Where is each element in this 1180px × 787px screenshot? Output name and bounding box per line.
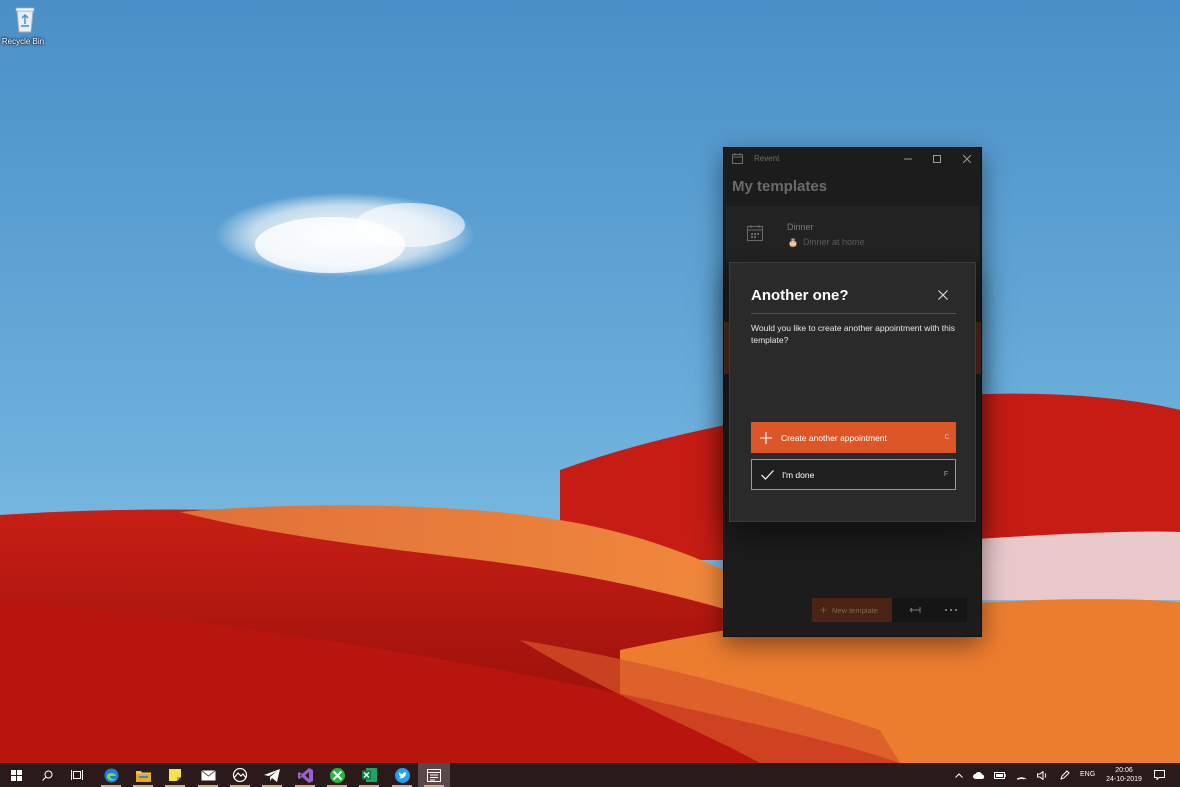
notification-icon [1153,770,1165,780]
new-template-label: New template [832,605,878,615]
taskbar-app-excel[interactable] [353,763,385,787]
taskbar-app-visual-studio[interactable] [289,763,321,787]
new-template-button[interactable]: + New template [812,598,892,622]
page-title: My templates [732,178,828,195]
shortcut-key: F [943,471,949,478]
xbox-icon [329,767,345,783]
maximize-button[interactable] [922,148,952,170]
chevron-up-icon [955,772,963,778]
search-icon [41,770,52,781]
plus-icon [760,431,772,444]
taskbar-app-revent[interactable] [418,763,450,787]
task-view-icon [71,770,83,780]
taskbar-app-twitter[interactable] [386,763,418,787]
taskbar-app-edge[interactable] [95,763,127,787]
taskbar-app-photos[interactable] [224,763,256,787]
title-bar[interactable]: Revent [724,148,981,170]
more-button[interactable] [938,598,964,622]
im-done-label: I'm done [782,469,815,480]
battery-tray[interactable] [992,763,1008,787]
dialog-close-button[interactable] [930,283,956,307]
minimize-button[interactable] [893,148,923,170]
taskbar-app-sticky-notes[interactable] [159,763,191,787]
speaker-icon [1036,770,1046,780]
recycle-bin-shortcut[interactable]: Recycle Bin [2,4,46,46]
cake-icon: 🎂 [788,238,798,247]
create-another-appointment-button[interactable]: Create another appointment C [751,422,956,453]
sticky-notes-icon [169,769,181,781]
visual-studio-icon [297,767,313,783]
excel-icon [361,768,377,782]
template-item-dinner[interactable]: Dinner 🎂 Dinner at home [726,206,979,262]
close-window-button[interactable] [952,148,982,170]
another-one-dialog: Another one? Would you like to create an… [729,262,976,522]
show-hidden-icons-button[interactable] [952,763,966,787]
volume-tray[interactable] [1034,763,1050,787]
more-icon [945,609,957,611]
swap-icon [909,607,921,613]
close-icon [963,155,971,163]
battery-icon [994,771,1006,779]
pen-tray[interactable] [1057,763,1073,787]
recycle-bin-icon [15,7,35,33]
template-subtitle: Dinner at home [803,237,865,247]
close-icon [938,290,948,300]
create-another-label: Create another appointment [781,432,887,443]
calendar-icon [747,225,763,241]
windows-icon [10,769,22,781]
wifi-tray[interactable] [1013,763,1029,787]
maximize-icon [933,155,941,163]
task-view-button[interactable] [61,763,93,787]
taskbar-app-file-explorer[interactable] [127,763,159,787]
language-indicator[interactable]: ENG [1080,771,1095,778]
dialog-title: Another one? [751,287,849,304]
file-explorer-icon [135,770,151,782]
telegram-icon [264,768,280,782]
app-name: Revent [754,154,780,163]
twitter-icon [394,767,410,783]
taskbar-app-mail[interactable] [192,763,224,787]
plus-icon: + [820,603,828,617]
calendar-app-icon [732,153,743,164]
desktop-wallpaper [0,0,1180,763]
cloud-icon [973,771,985,779]
taskbar-app-xbox[interactable] [321,763,353,787]
clock-date: 24-10-2019 [1106,776,1142,783]
checkmark-icon [760,469,774,480]
mail-icon [200,769,216,780]
shortcut-key: C [944,434,950,441]
clock-time: 20:06 [1115,767,1133,774]
command-bar: + New template [812,598,967,622]
taskbar-app-telegram[interactable] [256,763,288,787]
recycle-bin-label: Recycle Bin [1,37,45,46]
search-button[interactable] [31,763,63,787]
action-center-button[interactable] [1150,763,1168,787]
edge-icon [104,768,118,782]
wifi-icon [1016,776,1026,780]
pen-icon [1060,770,1070,780]
taskbar: ENG 20:06 24-10-2019 [0,763,1180,787]
minimize-icon [904,158,912,160]
dialog-message: Would you like to create another appoint… [751,323,955,345]
swap-button[interactable] [902,598,928,622]
revent-icon [427,769,441,782]
revent-window: Revent My templates Dinner 🎂 Dinner at h… [723,147,982,637]
mountain-app-icon [232,768,248,782]
onedrive-tray[interactable] [971,763,987,787]
im-done-button[interactable]: I'm done F [751,459,956,490]
template-name: Dinner [787,222,814,232]
clock[interactable]: 20:06 24-10-2019 [1103,766,1145,784]
dialog-divider [751,313,956,314]
start-button[interactable] [0,763,32,787]
